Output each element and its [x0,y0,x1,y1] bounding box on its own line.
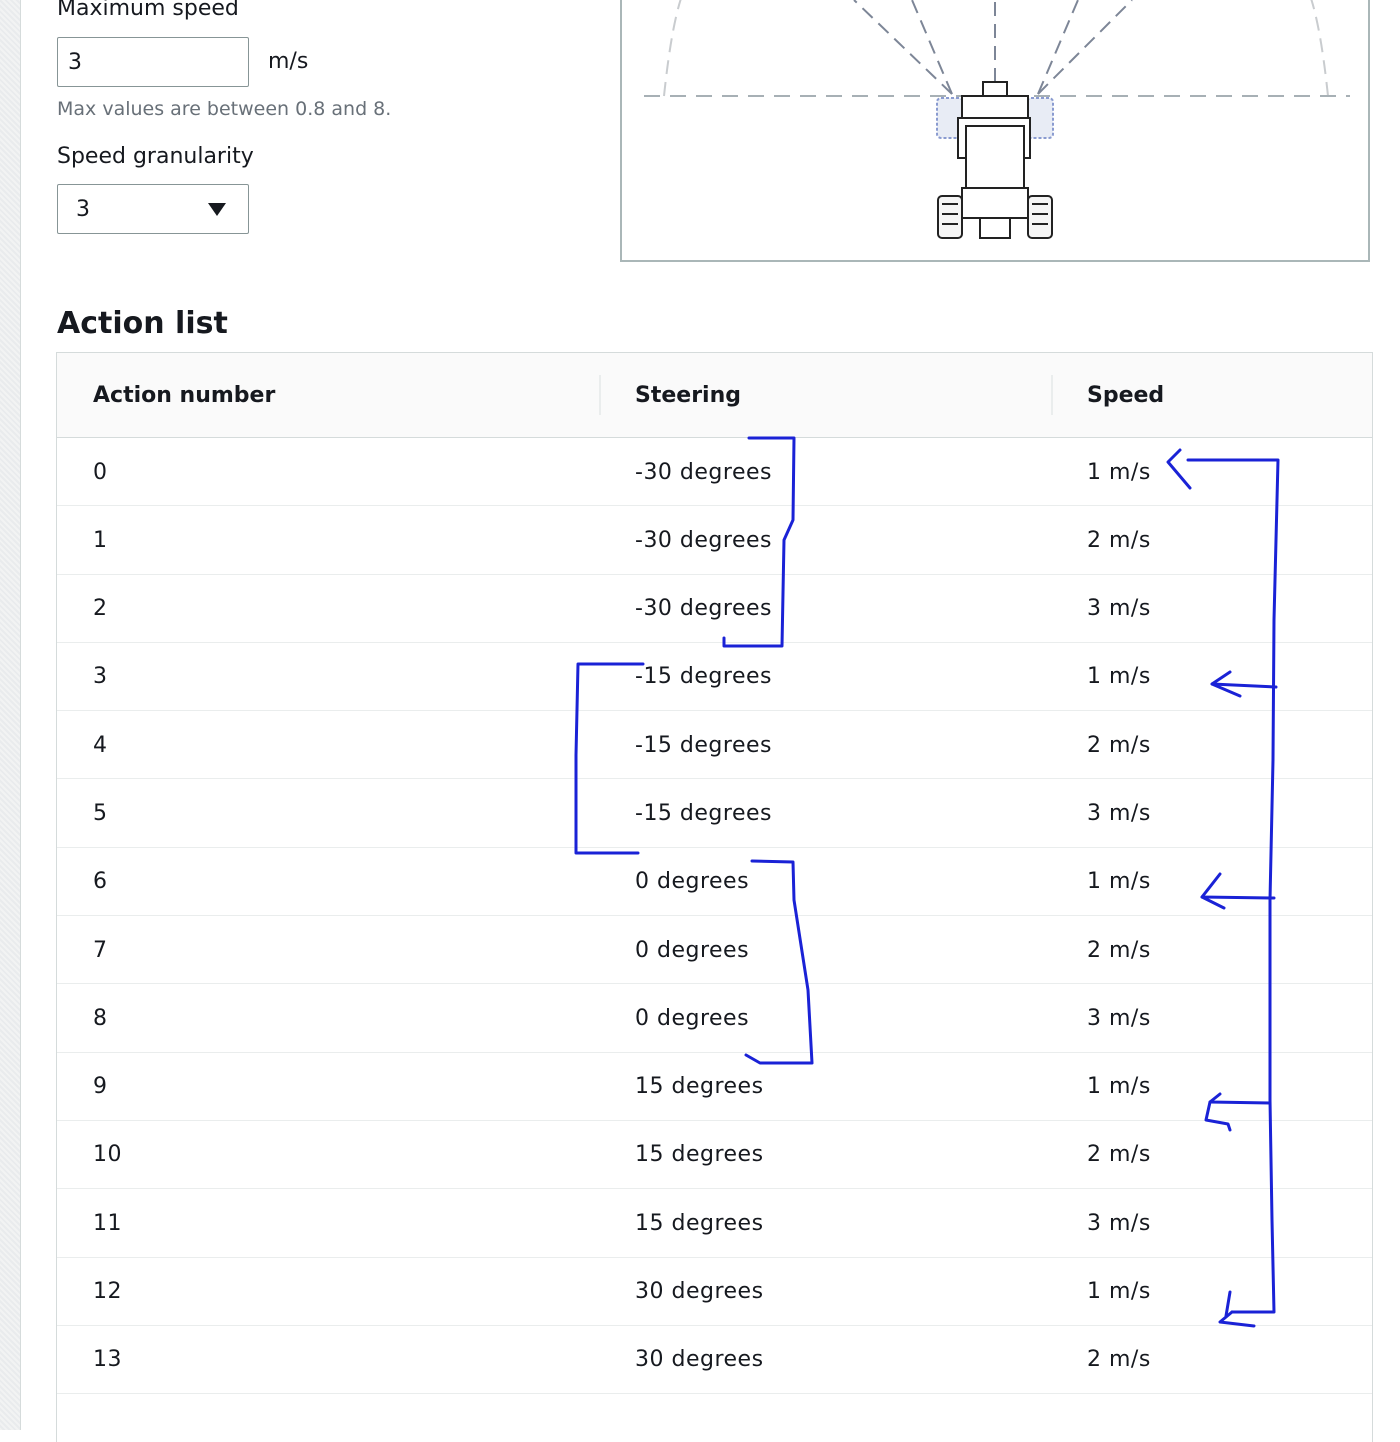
max-speed-value: 3 [68,49,82,75]
max-speed-unit: m/s [268,49,309,74]
cell-speed: 1 m/s [1087,1074,1151,1100]
cell-speed: 3 m/s [1087,1210,1151,1236]
table-row: 6 0 degrees 1 m/s [57,848,1372,917]
table-row: 1 -30 degrees 2 m/s [57,506,1372,575]
table-row: 3 -15 degrees 1 m/s [57,643,1372,712]
table-row: 2 -30 degrees 3 m/s [57,575,1372,643]
cell-speed: 2 m/s [1087,1347,1151,1373]
cell-steering: 30 degrees [635,1347,764,1373]
table-row: 8 0 degrees 3 m/s [57,984,1372,1053]
cell-steering: -15 degrees [635,664,772,690]
column-header-speed[interactable]: Speed [1087,353,1164,437]
cell-speed: 2 m/s [1087,937,1151,963]
cell-steering: -30 degrees [635,459,772,485]
column-header-steering[interactable]: Steering [635,353,741,437]
cell-steering: 15 degrees [635,1142,764,1168]
cell-steering: 0 degrees [635,869,750,895]
cell-speed: 2 m/s [1087,527,1151,553]
column-header-action-number[interactable]: Action number [93,353,275,437]
max-speed-input[interactable]: 3 [57,37,249,87]
table-row: 5 -15 degrees 3 m/s [57,779,1372,848]
cell-action-number: 13 [93,1347,122,1373]
cell-speed: 1 m/s [1087,1279,1151,1305]
table-row: 0 -30 degrees 1 m/s [57,438,1372,507]
cell-speed: 3 m/s [1087,1005,1151,1031]
table-header: Action number Steering Speed [57,353,1372,438]
table-body: 0 -30 degrees 1 m/s 1 -30 degrees 2 m/s 2 -30 d… [57,438,1372,1395]
cell-action-number: 1 [93,527,108,553]
cell-steering: 0 degrees [635,1005,750,1031]
cell-steering: -15 degrees [635,732,772,758]
cell-action-number: 2 [93,596,108,622]
table-row: 12 30 degrees 1 m/s [57,1258,1372,1326]
cell-steering: 30 degrees [635,1279,764,1305]
max-speed-label: Maximum speed [57,0,239,21]
car-diagram [644,0,1350,239]
dropdown-arrow-icon [208,203,226,216]
column-divider [1051,375,1053,415]
steering-rays [853,0,1133,95]
car-icon [936,81,1054,239]
table-row: 7 0 degrees 2 m/s [57,916,1372,985]
cell-speed: 3 m/s [1087,596,1151,622]
cell-action-number: 4 [93,732,108,758]
cell-action-number: 0 [93,459,108,485]
cell-action-number: 10 [93,1142,122,1168]
cell-speed: 1 m/s [1087,869,1151,895]
speed-granularity-label: Speed granularity [57,144,254,169]
action-space-visualization [620,0,1370,262]
table-row: 4 -15 degrees 2 m/s [57,711,1372,780]
left-rail [0,0,21,1430]
cell-speed: 2 m/s [1087,732,1151,758]
range-arc-right [1310,0,1329,97]
cell-action-number: 7 [93,937,108,963]
cell-steering: -30 degrees [635,596,772,622]
cell-action-number: 9 [93,1074,108,1100]
table-row: 13 30 degrees 2 m/s [57,1326,1372,1395]
table-row: 9 15 degrees 1 m/s [57,1053,1372,1121]
table-row: 11 15 degrees 3 m/s [57,1189,1372,1258]
cell-steering: 15 degrees [635,1074,764,1100]
cell-speed: 3 m/s [1087,800,1151,826]
action-list-title: Action list [57,306,228,341]
max-speed-hint: Max values are between 0.8 and 8. [57,98,392,120]
cell-steering: 0 degrees [635,937,750,963]
cell-speed: 2 m/s [1087,1142,1151,1168]
speed-granularity-select[interactable]: 3 [57,184,249,234]
cell-action-number: 6 [93,869,108,895]
cell-steering: 15 degrees [635,1210,764,1236]
cell-action-number: 11 [93,1210,122,1236]
cell-speed: 1 m/s [1087,459,1151,485]
cell-action-number: 12 [93,1279,122,1305]
speed-granularity-value: 3 [76,196,90,222]
cell-steering: -15 degrees [635,800,772,826]
cell-steering: -30 degrees [635,527,772,553]
table-row: 10 15 degrees 2 m/s [57,1121,1372,1190]
cell-speed: 1 m/s [1087,664,1151,690]
range-arc-left [663,0,682,97]
cell-action-number: 3 [93,664,108,690]
cell-action-number: 5 [93,800,108,826]
column-divider [599,375,601,415]
action-list-table: Action number Steering Speed 0 -30 degree… [56,352,1373,1442]
cell-action-number: 8 [93,1005,108,1031]
